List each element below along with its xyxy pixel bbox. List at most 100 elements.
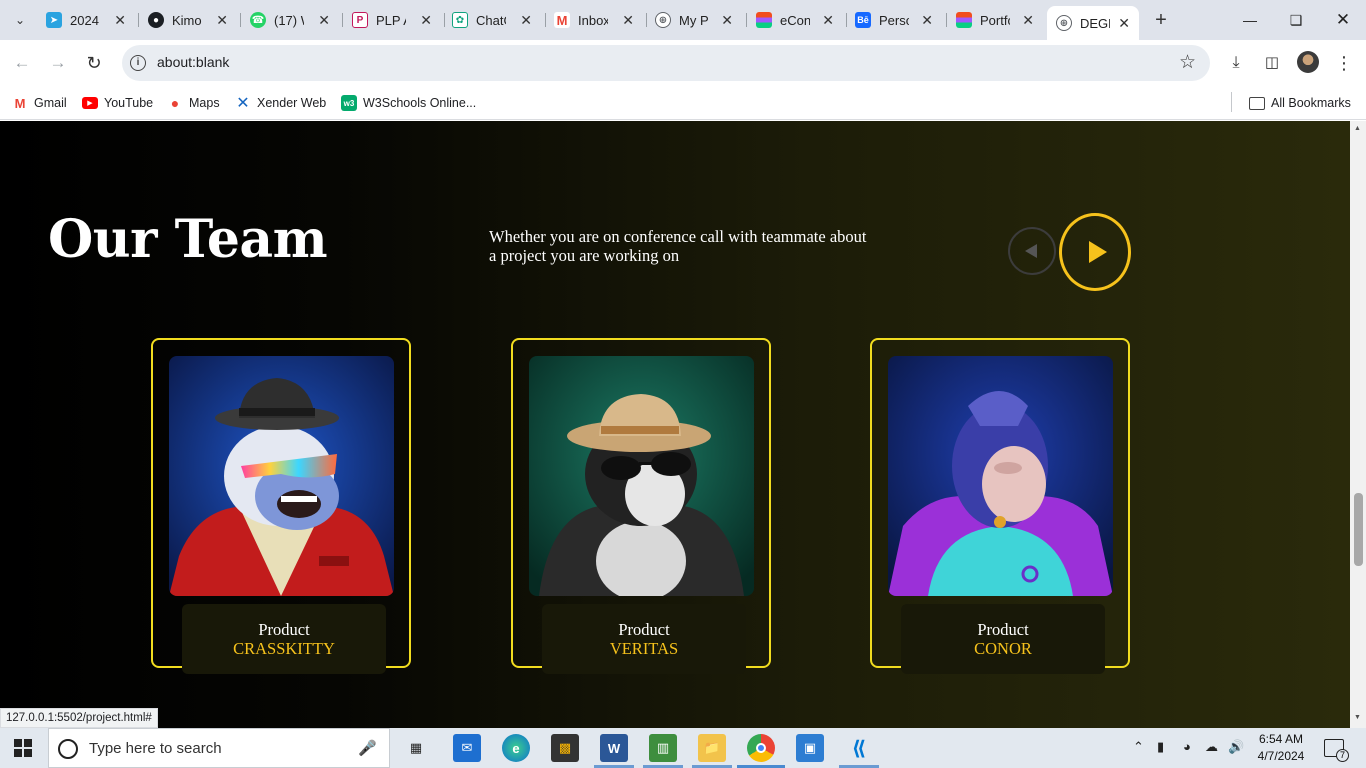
tray-chevron-icon[interactable]: ⌃ bbox=[1133, 739, 1144, 755]
close-window-button[interactable]: ✕ bbox=[1333, 8, 1353, 32]
profile-avatar[interactable] bbox=[1297, 51, 1319, 73]
bookmark-youtube[interactable]: ▶ YouTube bbox=[82, 92, 153, 114]
bookmark-maps[interactable]: ● Maps bbox=[167, 92, 220, 114]
card-caption: Product CONOR bbox=[901, 604, 1105, 674]
play-left-icon bbox=[1024, 244, 1037, 258]
microphone-icon[interactable]: 🎤 bbox=[358, 739, 377, 757]
carousel-next-button[interactable] bbox=[1059, 213, 1131, 291]
tab-inbox[interactable]: M Inbox ✕ bbox=[554, 6, 640, 34]
team-member-photo bbox=[169, 356, 394, 596]
globe-icon: ⊕ bbox=[1056, 15, 1072, 31]
member-name: VERITAS bbox=[609, 639, 679, 658]
word-app-icon[interactable]: W bbox=[600, 734, 628, 762]
tab-strip: ⌄ ➤ 2024 ✕ ● Kimo ✕ ☎ (17) W ✕ P PLP A ✕… bbox=[0, 0, 1366, 40]
member-name: CRASSKITTY bbox=[233, 639, 335, 658]
new-tab-button[interactable]: + bbox=[1150, 8, 1172, 32]
windows-start-icon[interactable] bbox=[14, 739, 32, 757]
close-icon[interactable]: ✕ bbox=[318, 12, 330, 29]
system-clock[interactable]: 6:54 AM 4/7/2024 bbox=[1255, 731, 1307, 765]
tab-my-page[interactable]: ⊕ My Pe ✕ bbox=[655, 6, 739, 34]
notification-center-icon[interactable]: 7 bbox=[1324, 739, 1349, 762]
bookmarks-bar: M Gmail ▶ YouTube ● Maps ✕ Xender Web w3… bbox=[0, 86, 1366, 120]
plp-icon: P bbox=[352, 12, 368, 28]
tab-econ[interactable]: eCon ✕ bbox=[756, 6, 840, 34]
remote-desktop-icon[interactable]: ▣ bbox=[796, 734, 824, 762]
tab-github[interactable]: ● Kimo ✕ bbox=[148, 6, 234, 34]
chatgpt-icon: ✿ bbox=[452, 12, 468, 28]
page-viewport: Our Team Whether you are on conference c… bbox=[0, 121, 1350, 728]
bookmark-gmail[interactable]: M Gmail bbox=[12, 92, 67, 114]
close-icon[interactable]: ✕ bbox=[420, 12, 432, 29]
close-icon[interactable]: ✕ bbox=[114, 12, 126, 29]
telegram-icon: ➤ bbox=[46, 12, 62, 28]
mail-app-icon[interactable]: ✉ bbox=[453, 734, 481, 762]
scroll-down-icon[interactable]: ▼ bbox=[1354, 714, 1361, 721]
gmail-icon: M bbox=[554, 12, 570, 28]
close-icon[interactable]: ✕ bbox=[721, 12, 733, 29]
bookmark-xender[interactable]: ✕ Xender Web bbox=[235, 92, 326, 114]
task-view-icon[interactable]: ▦ bbox=[402, 734, 430, 762]
edge-browser-icon[interactable]: e bbox=[502, 734, 530, 762]
notification-count: 7 bbox=[1336, 749, 1349, 762]
xender-icon: ✕ bbox=[236, 95, 250, 112]
team-card[interactable]: Product VERITAS bbox=[511, 338, 771, 674]
minimize-button[interactable]: — bbox=[1240, 8, 1260, 32]
spreadsheet-app-icon[interactable]: ▥ bbox=[649, 734, 677, 762]
store-app-icon[interactable]: ▩ bbox=[551, 734, 579, 762]
close-icon[interactable]: ✕ bbox=[822, 12, 834, 29]
card-caption: Product VERITAS bbox=[542, 604, 746, 674]
forward-button[interactable]: → bbox=[47, 52, 69, 74]
close-icon[interactable]: ✕ bbox=[622, 12, 634, 29]
tab-active-dege[interactable]: ⊕ DEGE ✕ bbox=[1047, 6, 1139, 40]
section-subtitle: Whether you are on conference call with … bbox=[489, 227, 867, 265]
team-member-photo bbox=[529, 356, 754, 596]
file-explorer-icon[interactable]: 📁 bbox=[698, 734, 726, 762]
figma-icon bbox=[956, 12, 972, 28]
page-scrollbar[interactable]: ▲ ▼ bbox=[1350, 121, 1366, 728]
all-bookmarks-button[interactable]: All Bookmarks bbox=[1249, 92, 1351, 114]
tab-plp[interactable]: P PLP A ✕ bbox=[352, 6, 438, 34]
close-icon[interactable]: ✕ bbox=[520, 12, 532, 29]
card-caption: Product CRASSKITTY bbox=[182, 604, 386, 674]
carousel-prev-button[interactable] bbox=[1008, 227, 1056, 275]
chrome-browser-icon[interactable] bbox=[747, 734, 775, 762]
tab-telegram[interactable]: ➤ 2024 ✕ bbox=[46, 6, 132, 34]
scroll-up-icon[interactable]: ▲ bbox=[1354, 125, 1361, 132]
gmail-icon: M bbox=[12, 95, 28, 111]
section-heading: Our Team bbox=[48, 209, 328, 270]
battery-icon[interactable]: ▮ bbox=[1157, 739, 1164, 755]
tab-portfolio[interactable]: Portfo ✕ bbox=[956, 6, 1040, 34]
bookmark-star-icon[interactable]: ☆ bbox=[1179, 51, 1196, 74]
member-role: Product bbox=[258, 620, 310, 639]
back-button[interactable]: ← bbox=[11, 52, 33, 74]
taskbar-search-box[interactable]: Type here to search 🎤 bbox=[48, 728, 390, 768]
menu-kebab-icon[interactable]: ⋮ bbox=[1333, 52, 1355, 74]
tab-behance[interactable]: Bē Perso ✕ bbox=[855, 6, 939, 34]
scrollbar-thumb[interactable] bbox=[1354, 493, 1363, 566]
site-info-icon[interactable]: i bbox=[130, 55, 146, 71]
tab-search-button[interactable]: ⌄ bbox=[8, 8, 32, 32]
close-icon[interactable]: ✕ bbox=[1118, 15, 1130, 32]
restore-button[interactable]: ❏ bbox=[1286, 8, 1306, 32]
volume-icon[interactable]: 🔊 bbox=[1228, 739, 1244, 755]
vscode-app-icon[interactable]: ⟪ bbox=[845, 734, 873, 762]
side-panel-icon[interactable]: ◫ bbox=[1261, 52, 1283, 74]
address-bar[interactable]: i about:blank ☆ bbox=[122, 45, 1210, 81]
tab-chatgpt[interactable]: ✿ ChatG ✕ bbox=[452, 6, 538, 34]
tab-whatsapp[interactable]: ☎ (17) W ✕ bbox=[250, 6, 336, 34]
youtube-icon: ▶ bbox=[82, 97, 98, 109]
team-card[interactable]: Product CRASSKITTY bbox=[151, 338, 411, 674]
download-icon[interactable]: ⤓ bbox=[1225, 52, 1247, 74]
figma-icon bbox=[756, 12, 772, 28]
close-icon[interactable]: ✕ bbox=[1022, 12, 1034, 29]
address-text[interactable]: about:blank bbox=[157, 54, 229, 70]
onedrive-icon[interactable]: ☁ bbox=[1205, 739, 1218, 755]
network-icon[interactable]: ◕ bbox=[1183, 739, 1191, 754]
team-card[interactable]: Product CONOR bbox=[870, 338, 1130, 674]
close-icon[interactable]: ✕ bbox=[921, 12, 933, 29]
member-name: CONOR bbox=[974, 639, 1032, 658]
close-icon[interactable]: ✕ bbox=[216, 12, 228, 29]
bookmark-w3schools[interactable]: w3 W3Schools Online... bbox=[341, 92, 476, 114]
reload-button[interactable]: ↻ bbox=[83, 52, 105, 74]
play-right-icon bbox=[1088, 241, 1107, 263]
